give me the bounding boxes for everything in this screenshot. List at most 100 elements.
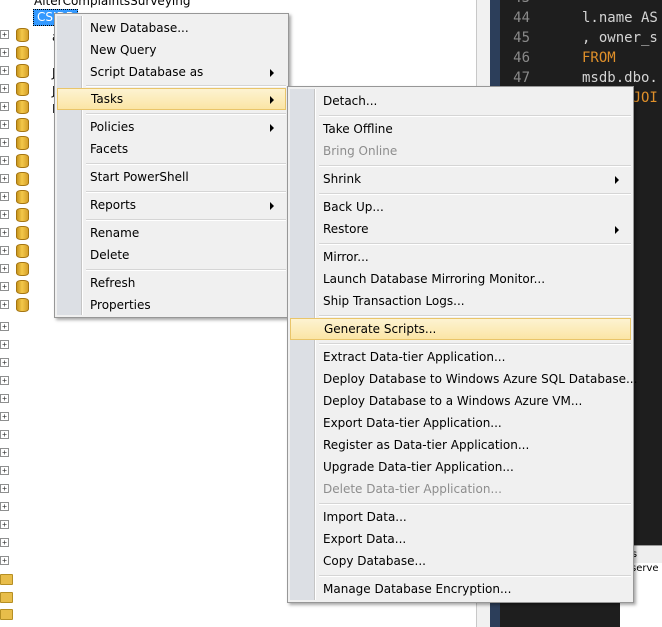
menu-item-register-as-data-tier-application[interactable]: Register as Data-tier Application... <box>290 434 631 456</box>
menu-item-delete[interactable]: Delete <box>57 244 286 266</box>
menu-item-start-powershell[interactable]: Start PowerShell <box>57 166 286 188</box>
tree-node[interactable]: + <box>0 116 60 134</box>
menu-item-refresh[interactable]: Refresh <box>57 272 286 294</box>
expand-icon[interactable]: + <box>0 538 9 547</box>
menu-item-deploy-database-to-windows-azure-sql-database[interactable]: Deploy Database to Windows Azure SQL Dat… <box>290 368 637 390</box>
menu-item-facets[interactable]: Facets <box>57 138 286 160</box>
menu-item-restore[interactable]: Restore <box>290 218 631 240</box>
expand-icon[interactable]: + <box>0 520 9 529</box>
menu-item-new-database[interactable]: New Database... <box>57 17 286 39</box>
code-line: msdb.dbo. <box>582 70 658 86</box>
tree-node[interactable]: + <box>0 426 60 444</box>
tree-node[interactable]: + <box>0 98 60 116</box>
expand-icon[interactable]: + <box>0 246 9 255</box>
menu-item-import-data[interactable]: Import Data... <box>290 506 631 528</box>
tree-node[interactable]: + <box>0 296 60 314</box>
tree-node[interactable]: + <box>0 462 60 480</box>
expand-icon[interactable]: + <box>0 120 9 129</box>
menu-item-generate-scripts[interactable]: Generate Scripts... <box>290 318 631 340</box>
menu-item-export-data[interactable]: Export Data... <box>290 528 631 550</box>
menu-item-tasks[interactable]: Tasks <box>57 88 286 110</box>
menu-item-rename[interactable]: Rename <box>57 222 286 244</box>
expand-icon[interactable]: + <box>0 30 9 39</box>
expand-icon[interactable]: + <box>0 376 9 385</box>
tree-node[interactable]: + <box>0 480 60 498</box>
menu-item-back-up[interactable]: Back Up... <box>290 196 631 218</box>
tree-node[interactable]: + <box>0 80 60 98</box>
tree-node[interactable]: + <box>0 152 60 170</box>
tree-node[interactable]: + <box>0 188 60 206</box>
menu-item-label: Restore <box>323 222 369 236</box>
menu-item-extract-data-tier-application[interactable]: Extract Data-tier Application... <box>290 346 631 368</box>
menu-separator <box>319 165 631 167</box>
menu-item-ship-transaction-logs[interactable]: Ship Transaction Logs... <box>290 290 631 312</box>
tree-node[interactable]: + <box>0 26 60 44</box>
expand-icon[interactable]: + <box>0 156 9 165</box>
menu-item-manage-database-encryption[interactable]: Manage Database Encryption... <box>290 578 631 600</box>
menu-item-reports[interactable]: Reports <box>57 194 286 216</box>
expand-icon[interactable]: + <box>0 138 9 147</box>
tree-node[interactable]: + <box>0 170 60 188</box>
expand-icon[interactable]: + <box>0 84 9 93</box>
tree-node[interactable]: + <box>0 44 60 62</box>
menu-item-deploy-database-to-a-windows-azure-vm[interactable]: Deploy Database to a Windows Azure VM... <box>290 390 631 412</box>
expand-icon[interactable]: + <box>0 340 9 349</box>
expand-icon[interactable]: + <box>0 228 9 237</box>
database-icon <box>16 280 29 294</box>
expand-icon[interactable]: + <box>0 102 9 111</box>
tree-node[interactable]: + <box>0 206 60 224</box>
line-number: 46 <box>513 50 530 66</box>
tree-node[interactable]: + <box>0 318 60 336</box>
tree-node[interactable]: + <box>0 516 60 534</box>
tree-node[interactable]: + <box>0 260 60 278</box>
tree-node[interactable]: + <box>0 224 60 242</box>
expand-icon[interactable]: + <box>0 174 9 183</box>
menu-item-export-data-tier-application[interactable]: Export Data-tier Application... <box>290 412 631 434</box>
tree-node[interactable]: + <box>0 354 60 372</box>
expand-icon[interactable]: + <box>0 484 9 493</box>
expand-icon[interactable]: + <box>0 66 9 75</box>
tree-node[interactable]: + <box>0 534 60 552</box>
tree-node[interactable]: + <box>0 134 60 152</box>
menu-item-label: Export Data... <box>323 532 407 546</box>
expand-icon[interactable]: + <box>0 322 9 331</box>
expand-icon[interactable]: + <box>0 264 9 273</box>
expand-icon[interactable]: + <box>0 412 9 421</box>
expand-icon[interactable]: + <box>0 48 9 57</box>
tree-node[interactable]: + <box>0 278 60 296</box>
menu-item-take-offline[interactable]: Take Offline <box>290 118 631 140</box>
expand-icon[interactable]: + <box>0 210 9 219</box>
menu-item-new-query[interactable]: New Query <box>57 39 286 61</box>
expand-icon[interactable]: + <box>0 300 9 309</box>
menu-item-copy-database[interactable]: Copy Database... <box>290 550 631 572</box>
tree-node[interactable]: + <box>0 372 60 390</box>
expand-icon[interactable]: + <box>0 448 9 457</box>
menu-item-upgrade-data-tier-application[interactable]: Upgrade Data-tier Application... <box>290 456 631 478</box>
tree-node[interactable]: + <box>0 336 60 354</box>
tree-node[interactable]: + <box>0 498 60 516</box>
tree-node[interactable]: + <box>0 444 60 462</box>
menu-item-label: Register as Data-tier Application... <box>323 438 530 452</box>
expand-icon[interactable]: + <box>0 192 9 201</box>
expand-icon[interactable]: + <box>0 394 9 403</box>
menu-item-script-database-as[interactable]: Script Database as <box>57 61 286 83</box>
tree-item-label[interactable]: AlterComplaintsSurveying <box>34 0 190 8</box>
tree-node[interactable]: + <box>0 552 60 570</box>
tree-node[interactable]: + <box>0 408 60 426</box>
menu-item-shrink[interactable]: Shrink <box>290 168 631 190</box>
expand-icon[interactable]: + <box>0 430 9 439</box>
expand-icon[interactable]: + <box>0 502 9 511</box>
menu-item-launch-database-mirroring-monitor[interactable]: Launch Database Mirroring Monitor... <box>290 268 631 290</box>
menu-item-mirror[interactable]: Mirror... <box>290 246 631 268</box>
menu-item-properties[interactable]: Properties <box>57 294 286 316</box>
expand-icon[interactable]: + <box>0 282 9 291</box>
expand-icon[interactable]: + <box>0 466 9 475</box>
database-icon <box>16 64 29 78</box>
expand-icon[interactable]: + <box>0 358 9 367</box>
tree-node[interactable]: + <box>0 62 60 80</box>
menu-item-policies[interactable]: Policies <box>57 116 286 138</box>
expand-icon[interactable]: + <box>0 556 9 565</box>
tree-node[interactable]: + <box>0 242 60 260</box>
menu-item-detach[interactable]: Detach... <box>290 90 631 112</box>
tree-node[interactable]: + <box>0 390 60 408</box>
